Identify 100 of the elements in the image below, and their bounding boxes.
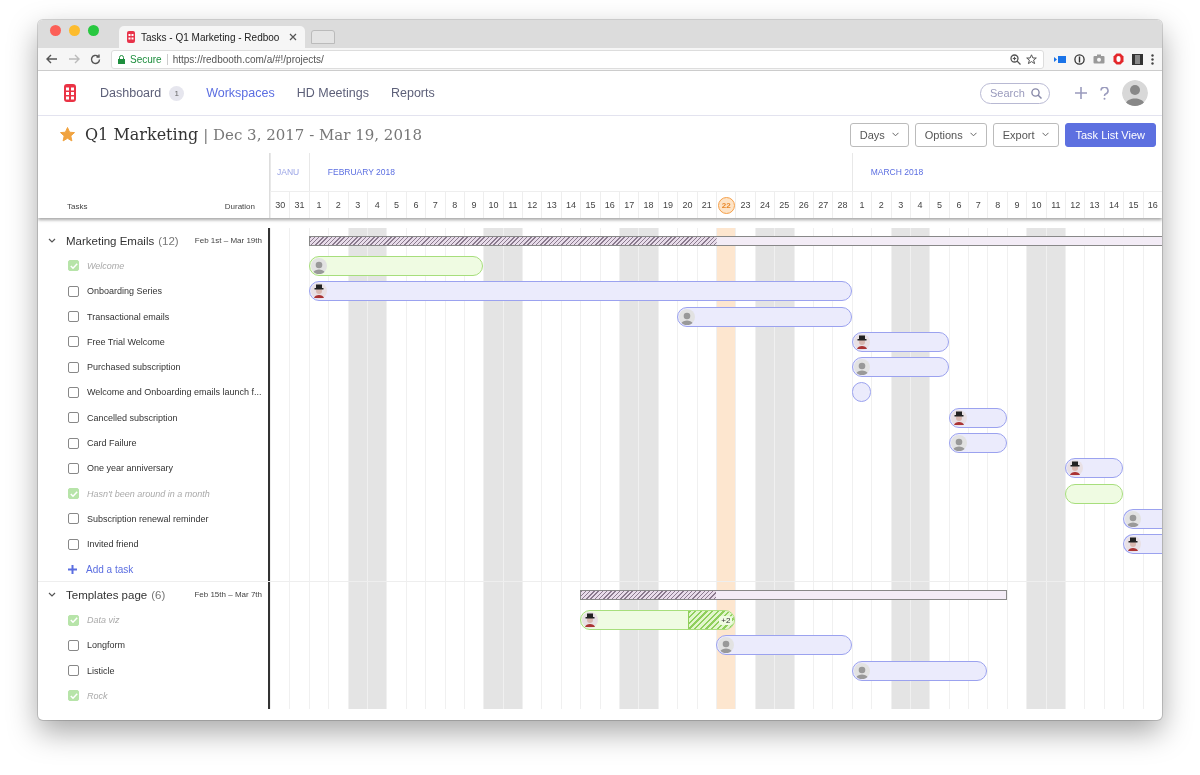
chevron-down-icon[interactable]: [48, 237, 56, 244]
day-label: 7: [432, 200, 438, 210]
day-label: 9: [471, 200, 477, 210]
task-name[interactable]: Longform: [87, 640, 126, 651]
day-label: 10: [1031, 200, 1042, 210]
building-logo[interactable]: [64, 84, 76, 102]
day-label: 23: [740, 200, 751, 210]
task-name[interactable]: Purchased subscription: [87, 362, 181, 373]
nav-link[interactable]: Workspaces: [206, 86, 275, 100]
dropdown-button[interactable]: Days: [849, 122, 909, 147]
task-name[interactable]: Card Failure: [87, 438, 137, 448]
task-name[interactable]: One year anniversary: [87, 463, 174, 474]
info-icon[interactable]: [1074, 53, 1085, 65]
month-label: MARCH 2018: [851, 153, 1162, 191]
task-bar[interactable]: [1065, 458, 1124, 479]
browser-tab[interactable]: Tasks - Q1 Marketing - Redboo: [119, 26, 305, 48]
forward-icon[interactable]: [68, 54, 80, 64]
close-light[interactable]: [50, 25, 61, 36]
nav-link[interactable]: Reports: [390, 86, 435, 100]
star-icon[interactable]: [60, 127, 75, 142]
avatar[interactable]: [1122, 80, 1148, 106]
column-heading: Duration: [224, 202, 255, 211]
reload-icon[interactable]: [90, 53, 101, 65]
task-bar[interactable]: +2: [580, 610, 736, 631]
day-label: 19: [663, 200, 673, 210]
chevron-down-icon[interactable]: [48, 591, 56, 598]
extra-count: +2: [719, 615, 733, 625]
day-label: 1: [859, 200, 865, 210]
url-text: https://redbooth.com/a/#!/projects/: [172, 53, 325, 65]
chevron-down-icon: [969, 132, 977, 137]
plus-icon[interactable]: [1075, 87, 1087, 99]
checkbox[interactable]: [68, 361, 79, 373]
task-name[interactable]: Subscription renewal reminder: [87, 513, 209, 524]
film-icon[interactable]: [1132, 53, 1143, 65]
day-label: 31: [294, 200, 305, 210]
group-name[interactable]: Marketing Emails: [66, 234, 155, 247]
close-icon[interactable]: [289, 33, 297, 41]
checkbox[interactable]: [68, 462, 79, 474]
avatar: [679, 308, 696, 325]
avatar: [950, 435, 967, 451]
checkbox[interactable]: [68, 412, 79, 424]
task-name[interactable]: Onboarding Series: [87, 286, 163, 297]
nav-link[interactable]: HD Meetings: [296, 86, 369, 100]
stop-sign-icon[interactable]: [1113, 53, 1124, 65]
search-icon[interactable]: [1031, 87, 1042, 99]
lock-icon: [118, 54, 125, 64]
camera-icon[interactable]: [1093, 54, 1105, 64]
checkbox[interactable]: [68, 437, 79, 449]
nav-link[interactable]: Dashboard 1: [100, 85, 185, 101]
add-task-link[interactable]: Add a task: [68, 564, 134, 575]
project-title: Q1 Marketing: [85, 125, 199, 144]
checkbox[interactable]: [68, 386, 79, 398]
zoom-icon[interactable]: [1010, 53, 1021, 65]
tab-title: Tasks - Q1 Marketing - Redboo: [141, 31, 281, 43]
star-icon[interactable]: [1026, 53, 1037, 65]
day-label: 9: [1014, 200, 1020, 210]
day-label: 2: [335, 200, 341, 210]
day-label: 5: [937, 200, 942, 210]
help-icon[interactable]: [1100, 86, 1109, 100]
dropdown-button[interactable]: Options: [914, 122, 987, 147]
task-name[interactable]: Cancelled subscription: [87, 412, 178, 423]
checkbox[interactable]: [68, 538, 79, 550]
checkbox[interactable]: [68, 285, 79, 297]
back-icon[interactable]: [46, 54, 58, 64]
task-name[interactable]: Free Trial Welcome: [87, 336, 165, 347]
avatar: [1125, 510, 1142, 527]
task-bar[interactable]: [1123, 534, 1162, 555]
dropdown-button[interactable]: Export: [992, 122, 1059, 147]
day-label: 13: [546, 200, 557, 210]
avatar: [310, 257, 327, 274]
task-name[interactable]: Invited friend: [87, 539, 139, 550]
search-field[interactable]: Search: [980, 82, 1050, 104]
checkbox[interactable]: [68, 639, 79, 651]
day-label: 2: [878, 200, 884, 210]
view-button[interactable]: Task List View: [1064, 122, 1156, 147]
day-label: 13: [1089, 200, 1100, 210]
extension-icon[interactable]: [1054, 54, 1066, 64]
task-count: (6): [151, 588, 166, 601]
checkbox[interactable]: [68, 665, 79, 677]
group-name[interactable]: Templates page: [66, 588, 148, 601]
day-label: 26: [798, 200, 809, 210]
day-label: 20: [682, 200, 693, 210]
checkbox[interactable]: [68, 336, 79, 348]
checkbox[interactable]: [68, 311, 79, 323]
task-name[interactable]: Transactional emails: [87, 311, 170, 322]
day-label: 11: [1051, 200, 1061, 210]
day-label: 6: [956, 200, 962, 210]
column-heading: Tasks: [67, 202, 88, 211]
avatar: [582, 612, 599, 629]
day-label: 24: [759, 200, 770, 210]
day-label: 15: [585, 200, 596, 210]
task-name[interactable]: Listicle: [87, 665, 115, 676]
today-badge: 22: [717, 196, 735, 214]
address-field[interactable]: Secure https://redbooth.com/a/#!/projects/: [111, 49, 1044, 69]
day-label: 10: [488, 200, 499, 210]
checkbox[interactable]: [68, 513, 79, 525]
day-label: 1: [316, 200, 322, 210]
task-name[interactable]: Welcome and Onboarding emails launch f...: [87, 387, 262, 398]
more-icon[interactable]: [1151, 53, 1154, 65]
task-bar[interactable]: [948, 407, 1007, 428]
